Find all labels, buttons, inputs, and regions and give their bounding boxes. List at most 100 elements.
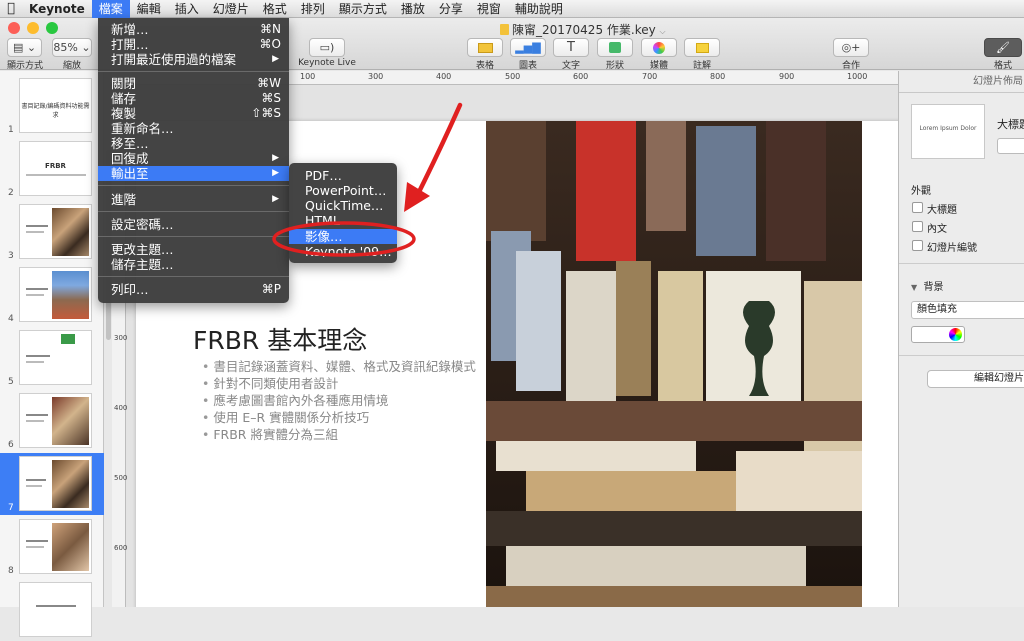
shape-button[interactable] — [597, 38, 633, 57]
menu-edit[interactable]: 編輯 — [130, 0, 168, 18]
slide-thumbnail-6[interactable]: 6 — [0, 390, 104, 452]
title-checkbox[interactable] — [912, 202, 923, 213]
menu-item-open[interactable]: 打開… ⌘O — [98, 37, 289, 52]
ruler-label: 500 — [505, 72, 521, 81]
collaborate-button[interactable]: ◎+ — [833, 38, 869, 57]
slide-number: 2 — [8, 188, 14, 198]
menu-share[interactable]: 分享 — [432, 0, 470, 18]
keynote-live-button[interactable]: ▭) — [309, 38, 345, 57]
menu-item-close[interactable]: 關閉 ⌘W — [98, 76, 289, 91]
thumb-title: FRBR — [45, 162, 66, 170]
slide-number-checkbox[interactable] — [912, 240, 923, 251]
close-window-button[interactable] — [8, 22, 20, 34]
menu-item-revert-to[interactable]: 回復成 ▶ — [98, 151, 289, 166]
file-menu-dropdown: 新增… ⌘N 打開… ⌘O 打開最近使用過的檔案 ▶ 關閉 ⌘W 儲存 ⌘S 複製 ⇧⌘S … — [98, 18, 289, 303]
menu-item-save[interactable]: 儲存 ⌘S — [98, 91, 289, 106]
menu-app-name[interactable]: Keynote — [22, 0, 92, 18]
slide-title[interactable]: FRBR 基本理念 — [193, 321, 367, 357]
thumb-photo — [52, 271, 89, 319]
menu-insert[interactable]: 插入 — [168, 0, 206, 18]
bookshelf-photo[interactable] — [486, 121, 862, 607]
edit-slide-layout-button[interactable]: 編輯幻燈片佈局 — [927, 370, 1024, 388]
zoom-window-button[interactable] — [46, 22, 58, 34]
ruler-label: 100 — [300, 72, 316, 81]
export-quicktime[interactable]: QuickTime… — [289, 198, 397, 213]
zoom-select[interactable]: 85% ⌄ — [52, 38, 92, 57]
shape-icon — [609, 42, 621, 53]
menu-item-move-to[interactable]: 移至… — [98, 136, 289, 151]
slide-number: 3 — [8, 251, 14, 261]
chart-button[interactable]: ▂▅▇ — [510, 38, 546, 57]
menu-file[interactable]: 檔案 — [91, 0, 130, 18]
menu-item-duplicate[interactable]: 複製 ⇧⌘S — [98, 106, 289, 121]
body-checkbox[interactable] — [912, 221, 923, 232]
thumb-text-line — [26, 288, 48, 290]
format-inspector: 幻燈片佈局 Lorem Ipsum Dolor 大標題 外觀 大標題 內文 幻燈… — [898, 71, 1024, 607]
chevron-down-icon[interactable]: ⌵ — [660, 27, 666, 36]
slide-preview: FRBR — [19, 141, 92, 196]
slide-thumbnail-8[interactable]: 8 — [0, 516, 104, 578]
slide-thumbnail-5[interactable]: 5 — [0, 327, 104, 389]
menu-view[interactable]: 顯示方式 — [332, 0, 394, 18]
disclosure-triangle-icon: ▼ — [911, 283, 918, 292]
slide-thumbnail-4[interactable]: 4 — [0, 264, 104, 326]
menu-item-open-recent[interactable]: 打開最近使用過的檔案 ▶ — [98, 52, 289, 67]
menu-item-advanced[interactable]: 進階 ▶ — [98, 192, 289, 207]
export-powerpoint[interactable]: PowerPoint… — [289, 183, 397, 198]
color-wheel-icon[interactable] — [949, 328, 962, 341]
fill-type-select[interactable]: 顏色填充 — [911, 301, 1024, 319]
slide-number: 7 — [8, 503, 14, 513]
slide-thumbnail-3[interactable]: 3 — [0, 201, 104, 263]
export-submenu: PDF… PowerPoint… QuickTime… HTML 影像… Key… — [289, 163, 397, 263]
menu-item-set-password[interactable]: 設定密碼… — [98, 217, 289, 232]
format-button[interactable]: 🖌 — [984, 38, 1022, 57]
slide-thumbnail-9[interactable] — [0, 579, 104, 641]
slide-preview — [19, 330, 92, 385]
change-layout-button[interactable] — [997, 138, 1024, 154]
export-pdf[interactable]: PDF… — [289, 168, 397, 183]
menu-slide[interactable]: 幻燈片 — [206, 0, 256, 18]
minimize-window-button[interactable] — [27, 22, 39, 34]
media-button[interactable] — [641, 38, 677, 57]
menu-item-export-to[interactable]: 輸出至 ▶ — [98, 166, 289, 181]
slide-thumbnail-2[interactable]: FRBR 2 — [0, 138, 104, 200]
slide-thumbnail-1[interactable]: 書目記錄/編碼資料功能需求 1 — [0, 75, 104, 137]
comment-button[interactable] — [684, 38, 720, 57]
menu-help[interactable]: 輔助說明 — [508, 0, 570, 18]
menu-item-change-theme[interactable]: 更改主題… — [98, 242, 289, 257]
export-html[interactable]: HTML — [289, 213, 397, 228]
slide-number: 8 — [8, 566, 14, 576]
view-button[interactable]: ▤ ⌄ — [7, 38, 42, 57]
text-button[interactable]: T — [553, 38, 589, 57]
slide-bullets[interactable]: 書目記錄涵蓋資料、媒體、格式及資訊紀錄模式 針對不同類使用者設計 應考慮圖書館內… — [202, 358, 476, 443]
text-icon: T — [567, 40, 575, 55]
export-images[interactable]: 影像… — [289, 229, 397, 244]
layout-name: 大標題 — [997, 118, 1024, 131]
thumb-photo — [52, 208, 89, 256]
menu-item-save-theme[interactable]: 儲存主題… — [98, 257, 289, 272]
ruler-label: 700 — [642, 72, 658, 81]
thumb-title: 書目記錄/編碼資料功能需求 — [21, 103, 90, 119]
layout-sample-text: Lorem Ipsum Dolor — [919, 125, 977, 132]
menu-item-rename[interactable]: 重新命名… — [98, 121, 289, 136]
apple-menu-icon[interactable]:  — [0, 0, 22, 18]
broadcast-icon: ▭) — [319, 41, 335, 54]
slide-thumbnail-7[interactable]: 7 — [0, 453, 104, 515]
background-heading[interactable]: ▼ 背景 — [911, 278, 944, 293]
ruler-label: 900 — [779, 72, 795, 81]
menu-arrange[interactable]: 排列 — [294, 0, 332, 18]
thumb-text-line — [26, 414, 48, 416]
menu-format[interactable]: 格式 — [256, 0, 294, 18]
bookshelf-photo-art — [486, 121, 862, 607]
layout-preview[interactable]: Lorem Ipsum Dolor — [911, 104, 985, 159]
menu-bar:  Keynote 檔案 編輯 插入 幻燈片 格式 排列 顯示方式 播放 分享 … — [0, 0, 1024, 18]
export-keynote-09[interactable]: Keynote '09… — [289, 244, 397, 257]
menu-window[interactable]: 視窗 — [470, 0, 508, 18]
menu-item-new[interactable]: 新增… ⌘N — [98, 22, 289, 37]
menu-item-print[interactable]: 列印… ⌘P — [98, 282, 289, 297]
ruler-label: 800 — [710, 72, 726, 81]
table-button[interactable] — [467, 38, 503, 57]
menu-separator — [98, 211, 289, 212]
inspector-header: 幻燈片佈局 — [899, 71, 1024, 93]
menu-play[interactable]: 播放 — [394, 0, 432, 18]
